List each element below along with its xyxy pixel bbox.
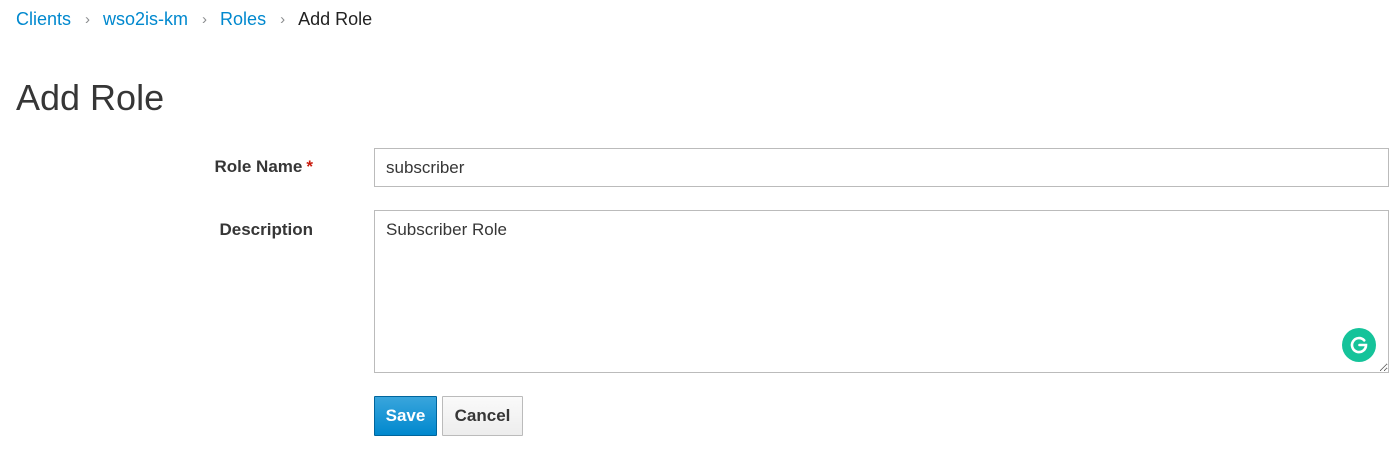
grammarly-icon[interactable] [1342,328,1376,362]
page-title: Add Role [16,77,165,118]
breadcrumb-current: Add Role [298,8,373,29]
chevron-right-icon: › [202,10,208,28]
add-role-page: Clients › wso2is-km › Roles › Add Role A… [0,0,1400,453]
role-name-label: Role Name * [13,157,314,177]
breadcrumb-link-client[interactable]: wso2is-km [103,9,188,30]
description-label-text: Description [219,220,313,239]
role-name-label-text: Role Name [214,157,303,176]
save-button[interactable]: Save [374,396,437,436]
cancel-button[interactable]: Cancel [442,396,523,436]
description-textarea[interactable]: Subscriber Role [374,210,1389,373]
breadcrumb-link-clients[interactable]: Clients [16,9,71,30]
description-label: Description [13,220,313,240]
grammarly-glyph [1350,336,1368,354]
chevron-right-icon: › [280,10,286,28]
breadcrumb-link-roles[interactable]: Roles [220,9,266,30]
required-marker: * [306,157,313,176]
chevron-right-icon: › [85,10,91,28]
breadcrumb: Clients › wso2is-km › Roles › Add Role [16,7,372,31]
role-name-input[interactable] [374,148,1389,187]
